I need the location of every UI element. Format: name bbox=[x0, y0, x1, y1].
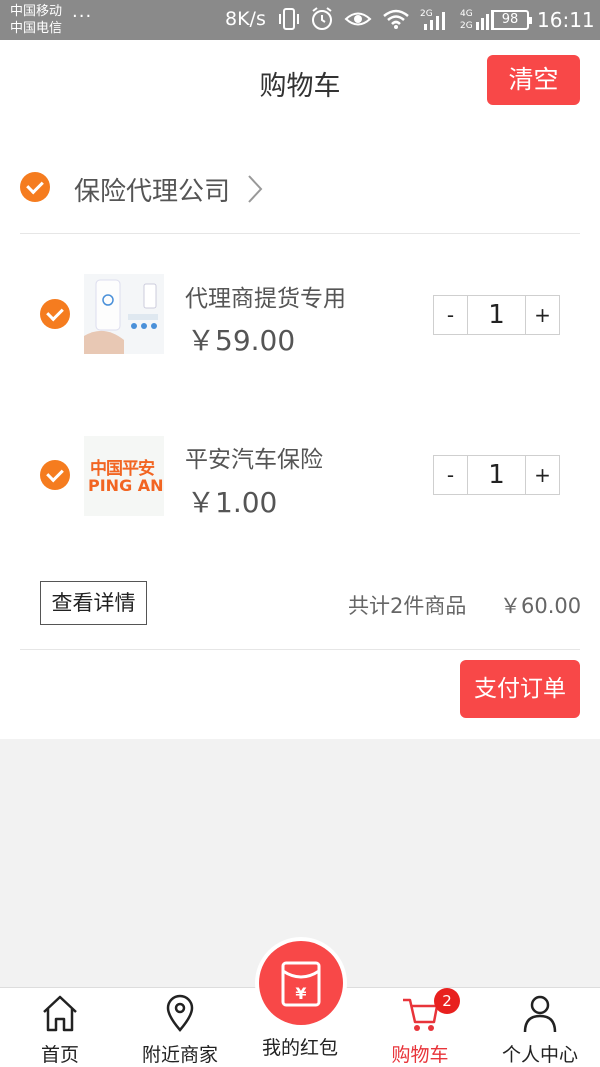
nav-cart-label: 购物车 bbox=[391, 1044, 449, 1066]
shop-name: 保险代理公司 bbox=[74, 177, 231, 207]
increment-button[interactable]: + bbox=[526, 456, 559, 494]
vibrate-icon bbox=[279, 8, 299, 30]
chevron-right-icon bbox=[248, 175, 263, 203]
more-notifications-icon: ··· bbox=[72, 6, 93, 27]
nav-profile-label: 个人中心 bbox=[501, 1044, 578, 1066]
item-price: ￥1.00 bbox=[187, 486, 278, 519]
pingan-logo-image[interactable]: 中国平安 PING AN bbox=[84, 436, 164, 516]
quantity-value[interactable]: 1 bbox=[467, 456, 526, 494]
svg-text:4G: 4G bbox=[460, 9, 473, 19]
eye-comfort-icon bbox=[344, 12, 372, 26]
status-bar: 中国移动 中国电信 ··· 8K/s 2G 4G 2G 98 16:11 bbox=[0, 0, 600, 40]
nav-home-label: 首页 bbox=[40, 1044, 79, 1066]
quantity-stepper: - 1 + bbox=[433, 295, 560, 335]
total-price: ￥60.00 bbox=[500, 594, 582, 618]
increment-button[interactable]: + bbox=[526, 296, 559, 334]
svg-text:2G: 2G bbox=[460, 21, 473, 31]
dispenser-product-image[interactable] bbox=[84, 274, 164, 354]
home-icon bbox=[43, 995, 77, 1032]
nav-nearby-label: 附近商家 bbox=[141, 1044, 218, 1066]
location-pin-icon bbox=[166, 994, 194, 1032]
wifi-icon bbox=[383, 9, 409, 29]
nav-cart[interactable]: 购物车 bbox=[360, 988, 480, 1067]
svg-text:2G: 2G bbox=[420, 9, 433, 19]
red-envelope-button[interactable]: ¥ bbox=[255, 937, 347, 1029]
nav-home[interactable]: 首页 bbox=[0, 988, 120, 1067]
red-envelope-circle: ¥ bbox=[259, 941, 343, 1025]
item-count-summary: 共计2件商品 bbox=[348, 594, 467, 618]
dispenser-product-graphic bbox=[84, 274, 164, 354]
divider bbox=[20, 233, 580, 234]
carrier-info: 中国移动 中国电信 bbox=[10, 3, 62, 37]
battery-icon: 98 bbox=[491, 10, 532, 30]
item-checkbox[interactable] bbox=[40, 460, 70, 490]
shop-row[interactable]: 保险代理公司 bbox=[0, 124, 600, 234]
decrement-button[interactable]: - bbox=[434, 456, 467, 494]
cart-count-badge: 2 bbox=[434, 988, 460, 1014]
decrement-button[interactable]: - bbox=[434, 296, 467, 334]
alarm-icon bbox=[312, 7, 332, 30]
nav-nearby[interactable]: 附近商家 bbox=[120, 988, 240, 1067]
status-icons: 2G 4G 2G bbox=[278, 6, 494, 32]
item-checkbox[interactable] bbox=[40, 299, 70, 329]
item-name[interactable]: 平安汽车保险 bbox=[185, 440, 323, 474]
nav-profile[interactable]: 个人中心 bbox=[480, 988, 600, 1067]
signal-2g-icon: 2G bbox=[420, 9, 445, 30]
clear-cart-button[interactable]: 清空 bbox=[487, 55, 580, 105]
red-envelope-icon: ¥ bbox=[281, 961, 321, 1007]
network-speed: 8K/s bbox=[225, 8, 266, 30]
logo-text-en: PING AN bbox=[88, 476, 164, 495]
nav-redpacket-label: 我的红包 bbox=[261, 1037, 338, 1059]
quantity-stepper: - 1 + bbox=[433, 455, 560, 495]
cart-panel: 保险代理公司 代理商提货专用 ￥59.00 - 1 + 中国平安 PING AN… bbox=[0, 124, 600, 739]
divider bbox=[20, 649, 580, 650]
carrier-1: 中国移动 bbox=[10, 4, 63, 19]
pay-order-button[interactable]: 支付订单 bbox=[460, 660, 580, 718]
clock: 16:11 bbox=[537, 8, 595, 32]
svg-text:¥: ¥ bbox=[295, 984, 306, 1003]
person-icon bbox=[523, 995, 557, 1033]
header: 购物车 清空 bbox=[0, 40, 600, 124]
shop-checkbox[interactable] bbox=[20, 172, 50, 202]
view-details-button[interactable]: 查看详情 bbox=[40, 581, 147, 625]
item-name[interactable]: 代理商提货专用 bbox=[185, 279, 346, 313]
quantity-value[interactable]: 1 bbox=[467, 296, 526, 334]
carrier-2: 中国电信 bbox=[10, 21, 63, 36]
item-price: ￥59.00 bbox=[187, 324, 296, 357]
signal-4g-icon: 4G2G bbox=[460, 9, 494, 31]
